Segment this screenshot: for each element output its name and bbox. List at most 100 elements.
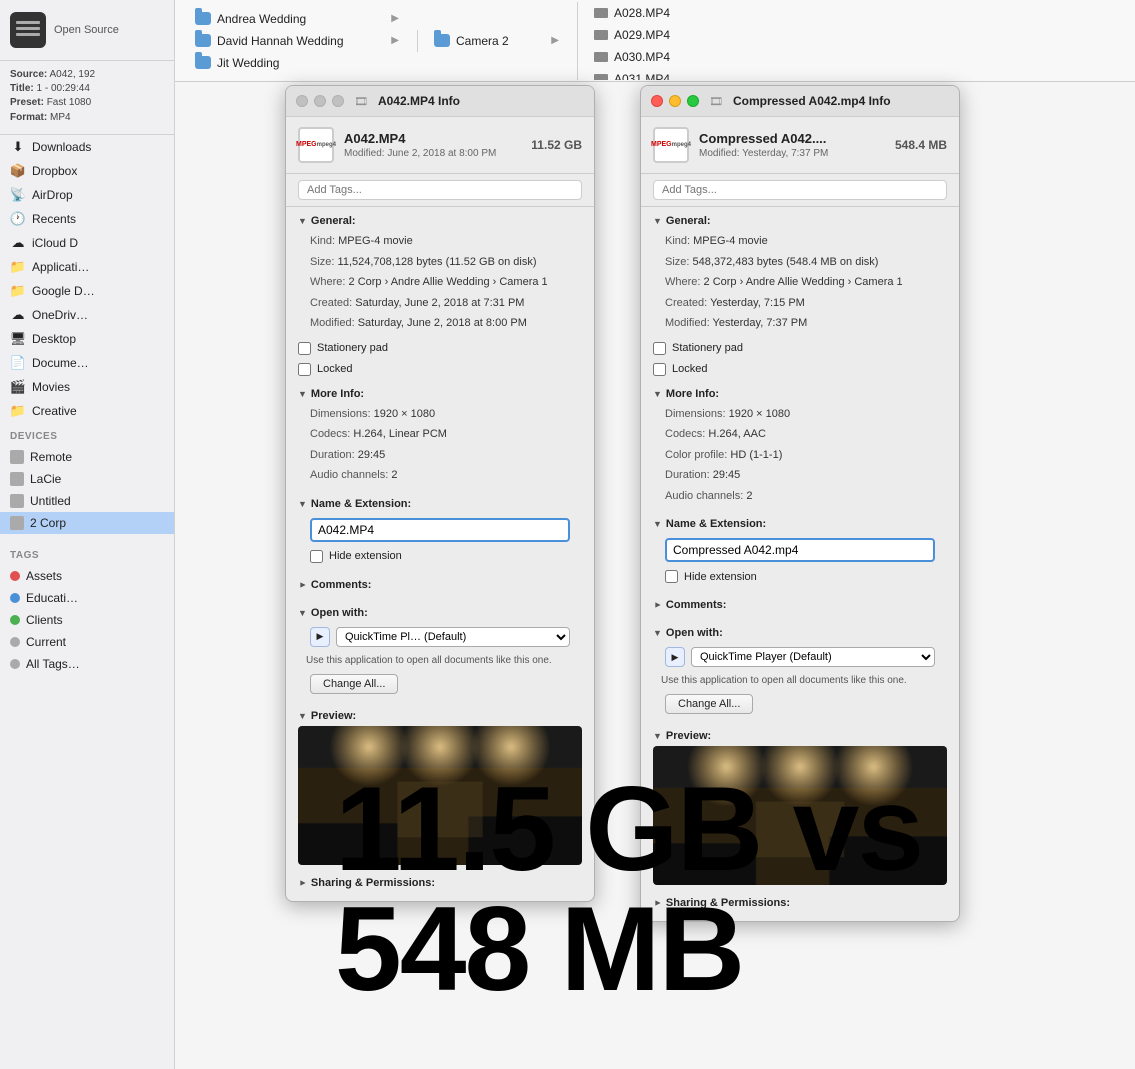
compressed-file-meta: Compressed A042.... Modified: Yesterday,… [699,131,828,159]
original-hideext-row: Hide extension [298,546,582,567]
original-stationery-checkbox[interactable] [298,342,311,355]
sidebar-item-icon-movies: 🎬 [10,379,26,395]
compressed-audio-row: Audio channels: 2 [653,486,947,507]
original-locked-checkbox[interactable] [298,363,311,376]
browser-item-camera2[interactable]: Camera 2 ▶ [426,30,567,52]
sidebar-item-label-airdrop: AirDrop [32,188,73,202]
sidebar-item-lacie[interactable]: LaCie [0,468,174,490]
tl-close-original[interactable] [296,95,308,107]
compressed-openwith-header[interactable]: ▼ Open with: [653,623,947,643]
sidebar-item-label-icloud: iCloud D [32,236,78,250]
sidebar-item-airdrop[interactable]: 📡AirDrop [0,183,174,207]
original-comments-header[interactable]: ▼ Comments: [298,575,582,595]
compressed-where-row: Where: 2 Corp › Andre Allie Wedding › Ca… [653,272,947,293]
original-locked-label: Locked [317,363,352,375]
browser-item-david[interactable]: David Hannah Wedding ▶ [187,30,407,52]
general-triangle-comp: ▼ [653,216,662,226]
sidebar-item-recents[interactable]: 🕐Recents [0,207,174,231]
file-list-item-A030-MP4[interactable]: A030.MP4 [586,46,747,68]
compressed-tags-input [641,174,959,207]
original-dim-row: Dimensions: 1920 × 1080 [298,404,582,425]
compressed-nameext-header[interactable]: ▼ Name & Extension: [653,514,947,534]
sidebar-item-icon-dropbox: 📦 [10,163,26,179]
original-hideext-checkbox[interactable] [310,550,323,563]
original-openwith-header[interactable]: ▼ Open with: [298,603,582,623]
original-created-label: Created: [310,297,352,309]
sidebar-item-icon-recents: 🕐 [10,211,26,227]
original-sharing-header[interactable]: ▼ Sharing & Permissions: [298,873,582,893]
file-list-item-A031-MP4[interactable]: A031.MP4 [586,68,747,80]
compressed-moreinfo-header[interactable]: ▼ More Info: [653,384,947,404]
sidebar-item-applications[interactable]: 📁Applicati… [0,255,174,279]
original-general-header[interactable]: ▼ General: [298,211,582,231]
tl-max-compressed[interactable] [687,95,699,107]
compressed-sharing-section: ▼ Sharing & Permissions: [641,889,959,921]
sidebar-item-label-google: Google D… [32,284,95,298]
original-codecs-value: H.264, Linear PCM [353,428,447,440]
compressed-comments-header[interactable]: ▼ Comments: [653,595,947,615]
original-nameext-title: Name & Extension: [311,498,411,510]
compressed-kind-label: Kind: [665,235,690,247]
compressed-general-header[interactable]: ▼ General: [653,211,947,231]
browser-item-andrea[interactable]: Andrea Wedding ▶ [187,8,407,30]
sidebar-tag-assets[interactable]: Assets [0,565,174,587]
compressed-openwith-select[interactable]: QuickTime Player (Default) [691,647,935,667]
compressed-locked-label: Locked [672,363,707,375]
sidebar-tag-all-tags[interactable]: All Tags… [0,653,174,675]
tag-label-education: Educati… [26,591,78,605]
tl-min-compressed[interactable] [669,95,681,107]
tl-max-original[interactable] [332,95,344,107]
compressed-locked-row: Locked [641,359,959,380]
original-preview-header[interactable]: ▼ Preview: [298,706,582,726]
sidebar-item-icloud[interactable]: ☁ iCloud D [0,231,174,255]
compressed-locked-checkbox[interactable] [653,363,666,376]
sidebar-item-desktop[interactable]: 🖥Desktop [0,327,174,351]
original-openwith-select[interactable]: QuickTime Pl… (Default) [336,627,570,647]
original-audio-label: Audio channels: [310,469,388,481]
tag-dot-all-tags [10,659,20,669]
original-size-row: Size: 11,524,708,128 bytes (11.52 GB on … [298,252,582,273]
sidebar-tag-clients[interactable]: Clients [0,609,174,631]
compressed-where-value: 2 Corp › Andre Allie Wedding › Camera 1 [704,276,903,288]
compressed-change-all-button[interactable]: Change All... [665,694,753,714]
tl-min-original[interactable] [314,95,326,107]
format-label: Format: [10,112,47,123]
file-list-item-A029-MP4[interactable]: A029.MP4 [586,24,747,46]
sidebar-item-remote[interactable]: Remote [0,446,174,468]
sidebar-item-2corp[interactable]: 2 Corp [0,512,174,534]
sidebar-tag-education[interactable]: Educati… [0,587,174,609]
browser-item-jit[interactable]: Jit Wedding [187,52,407,74]
sidebar-item-creative[interactable]: 📁Creative [0,399,174,423]
sidebar-tag-current[interactable]: Current [0,631,174,653]
original-tags-field[interactable] [298,180,582,200]
file-list-item-A028-MP4[interactable]: A028.MP4 [586,2,747,24]
compressed-tags-field[interactable] [653,180,947,200]
compressed-preview-header[interactable]: ▼ Preview: [653,726,947,746]
original-nameext-header[interactable]: ▼ Name & Extension: [298,494,582,514]
sidebar-item-movies[interactable]: 🎬Movies [0,375,174,399]
sidebar-item-dropbox[interactable]: 📦Dropbox [0,159,174,183]
original-name-input[interactable] [310,518,570,542]
compressed-openwith-row: ▶ QuickTime Player (Default) [653,643,947,671]
compressed-name-input[interactable] [665,538,935,562]
original-change-all-button[interactable]: Change All... [310,674,398,694]
compressed-audio-label: Audio channels: [665,490,743,502]
tl-close-compressed[interactable] [651,95,663,107]
sidebar-item-downloads[interactable]: ⬇Downloads [0,135,174,159]
sidebar-item-icon-icloud: ☁ [10,235,26,251]
original-file-icon: MPEG mpeg4 [298,127,334,163]
sidebar-item-documents[interactable]: 📄Docume… [0,351,174,375]
original-codecs-row: Codecs: H.264, Linear PCM [298,424,582,445]
tag-dot-clients [10,615,20,625]
original-moreinfo-header[interactable]: ▼ More Info: [298,384,582,404]
sidebar-item-untitled[interactable]: Untitled [0,490,174,512]
sharing-triangle-orig: ▼ [297,878,307,887]
compressed-sharing-header[interactable]: ▼ Sharing & Permissions: [653,893,947,913]
sidebar-item-google[interactable]: 📁Google D… [0,279,174,303]
app-icon-line-2 [16,27,40,30]
compressed-stationery-checkbox[interactable] [653,342,666,355]
compressed-hideext-checkbox[interactable] [665,570,678,583]
compressed-preview-section: ▼ Preview: [641,722,959,889]
sidebar-item-onedrive[interactable]: ☁OneDriv… [0,303,174,327]
original-file-meta: A042.MP4 Modified: June 2, 2018 at 8:00 … [344,131,496,159]
